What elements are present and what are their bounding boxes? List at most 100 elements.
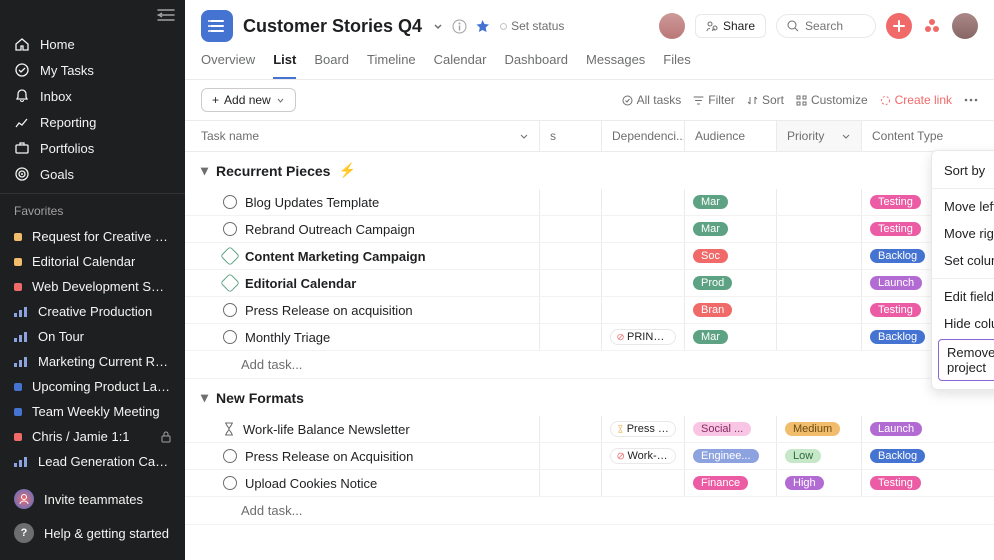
dependency-chip[interactable]: Press Rele... bbox=[610, 421, 676, 437]
priority-pill[interactable]: Low bbox=[785, 449, 821, 463]
favorite-item[interactable]: Chris / Jamie 1:1 bbox=[0, 424, 185, 449]
priority-pill[interactable]: High bbox=[785, 476, 824, 490]
content-type-pill[interactable]: Launch bbox=[870, 422, 922, 436]
tab-board[interactable]: Board bbox=[314, 52, 349, 79]
task-row[interactable]: Press Release on acquisitionBranTesting bbox=[185, 297, 994, 324]
task-row[interactable]: Blog Updates TemplateMarTesting bbox=[185, 189, 994, 216]
share-button[interactable]: Share bbox=[695, 14, 766, 38]
task-row[interactable]: Content Marketing CampaignSocBacklog bbox=[185, 243, 994, 270]
collapse-sidebar-icon[interactable] bbox=[157, 8, 175, 22]
favorite-item[interactable]: Team Weekly Meeting bbox=[0, 399, 185, 424]
col-task-name[interactable]: Task name bbox=[185, 121, 540, 151]
help-getting-started[interactable]: ? Help & getting started bbox=[0, 516, 185, 550]
favorite-item[interactable]: Lead Generation Campai... bbox=[0, 449, 185, 474]
content-type-pill[interactable]: Testing bbox=[870, 303, 921, 317]
menu-item[interactable]: Edit field bbox=[932, 283, 994, 310]
audience-pill[interactable]: Mar bbox=[693, 330, 728, 344]
more-icon[interactable] bbox=[964, 98, 978, 102]
menu-item[interactable]: Sort by bbox=[932, 157, 994, 184]
task-row[interactable]: Editorial CalendarProdLaunch bbox=[185, 270, 994, 297]
tab-calendar[interactable]: Calendar bbox=[434, 52, 487, 79]
tab-files[interactable]: Files bbox=[663, 52, 690, 79]
section-header[interactable]: ▾Recurrent Pieces⚡ bbox=[185, 152, 994, 189]
content-type-pill[interactable]: Testing bbox=[870, 195, 921, 209]
audience-pill[interactable]: Bran bbox=[693, 303, 732, 317]
favorite-item[interactable]: Creative Production bbox=[0, 299, 185, 324]
complete-check-icon[interactable] bbox=[223, 222, 237, 236]
complete-check-icon[interactable] bbox=[223, 330, 237, 344]
profile-avatar[interactable] bbox=[952, 13, 978, 39]
dependency-chip[interactable]: PRINT - R... bbox=[610, 329, 676, 345]
nav-my-tasks[interactable]: My Tasks bbox=[0, 57, 185, 83]
task-row[interactable]: Work-life Balance NewsletterPress Rele..… bbox=[185, 416, 994, 443]
col-extra[interactable]: s bbox=[540, 121, 602, 151]
favorite-item[interactable]: Upcoming Product Laun... bbox=[0, 374, 185, 399]
audience-pill[interactable]: Prod bbox=[693, 276, 732, 290]
audience-pill[interactable]: Enginee... bbox=[693, 449, 759, 463]
complete-check-icon[interactable] bbox=[223, 476, 237, 490]
project-icon[interactable] bbox=[201, 10, 233, 42]
tab-dashboard[interactable]: Dashboard bbox=[504, 52, 568, 79]
search-box[interactable] bbox=[776, 14, 876, 38]
content-type-pill[interactable]: Testing bbox=[870, 222, 921, 236]
all-tasks-filter[interactable]: All tasks bbox=[622, 93, 682, 107]
filter-button[interactable]: Filter bbox=[693, 93, 735, 107]
asana-logo-icon[interactable] bbox=[922, 16, 942, 36]
milestone-icon[interactable] bbox=[220, 273, 240, 293]
favorite-item[interactable]: Editorial Calendar bbox=[0, 249, 185, 274]
task-row[interactable]: Press Release on AcquisitionWork-life ..… bbox=[185, 443, 994, 470]
task-row[interactable]: Upload Cookies NoticeFinanceHighTesting bbox=[185, 470, 994, 497]
audience-pill[interactable]: Social ... bbox=[693, 422, 751, 436]
dependency-chip[interactable]: Work-life ... bbox=[610, 448, 676, 464]
star-icon[interactable] bbox=[475, 19, 490, 34]
favorite-item[interactable]: Marketing Current Road... bbox=[0, 349, 185, 374]
priority-pill[interactable]: Medium bbox=[785, 422, 840, 436]
favorite-item[interactable]: Web Development Sprint... bbox=[0, 274, 185, 299]
tab-messages[interactable]: Messages bbox=[586, 52, 645, 79]
menu-item[interactable]: Set column width› bbox=[932, 247, 994, 274]
section-header[interactable]: ▾New Formats bbox=[185, 379, 994, 416]
create-link-button[interactable]: Create link bbox=[880, 93, 952, 107]
complete-check-icon[interactable] bbox=[223, 303, 237, 317]
favorite-item[interactable]: Request for Creative Pro... bbox=[0, 224, 185, 249]
tab-list[interactable]: List bbox=[273, 52, 296, 79]
menu-item[interactable]: Move right bbox=[932, 220, 994, 247]
audience-pill[interactable]: Mar bbox=[693, 195, 728, 209]
content-type-pill[interactable]: Testing bbox=[870, 476, 921, 490]
collapse-icon[interactable]: ▾ bbox=[201, 162, 208, 179]
complete-check-icon[interactable] bbox=[223, 449, 237, 463]
col-dependencies[interactable]: Dependenci... bbox=[602, 121, 685, 151]
nav-portfolios[interactable]: Portfolios bbox=[0, 135, 185, 161]
nav-home[interactable]: Home bbox=[0, 31, 185, 57]
collapse-icon[interactable]: ▾ bbox=[201, 389, 208, 406]
tab-overview[interactable]: Overview bbox=[201, 52, 255, 79]
complete-check-icon[interactable] bbox=[223, 195, 237, 209]
nav-reporting[interactable]: Reporting bbox=[0, 109, 185, 135]
task-row[interactable]: Monthly TriagePRINT - R...MarBacklog bbox=[185, 324, 994, 351]
audience-pill[interactable]: Soc bbox=[693, 249, 728, 263]
add-task[interactable]: Add task... bbox=[185, 497, 994, 525]
favorite-item[interactable]: On Tour bbox=[0, 324, 185, 349]
col-content-type[interactable]: Content Type bbox=[862, 121, 955, 151]
user-avatar[interactable] bbox=[659, 13, 685, 39]
audience-pill[interactable]: Mar bbox=[693, 222, 728, 236]
audience-pill[interactable]: Finance bbox=[693, 476, 748, 490]
nav-goals[interactable]: Goals bbox=[0, 161, 185, 187]
search-input[interactable] bbox=[805, 19, 865, 33]
tab-timeline[interactable]: Timeline bbox=[367, 52, 416, 79]
chevron-down-icon[interactable] bbox=[432, 20, 444, 32]
customize-button[interactable]: Customize bbox=[796, 93, 868, 107]
menu-item[interactable]: Remove field from project bbox=[938, 339, 994, 381]
content-type-pill[interactable]: Backlog bbox=[870, 330, 925, 344]
info-icon[interactable] bbox=[452, 19, 467, 34]
add-new-button[interactable]: + Add new bbox=[201, 88, 296, 112]
content-type-pill[interactable]: Backlog bbox=[870, 249, 925, 263]
content-type-pill[interactable]: Launch bbox=[870, 276, 922, 290]
menu-item[interactable]: Hide column bbox=[932, 310, 994, 337]
milestone-icon[interactable] bbox=[220, 246, 240, 266]
add-button[interactable] bbox=[886, 13, 912, 39]
menu-item[interactable]: Move left bbox=[932, 193, 994, 220]
set-status[interactable]: Set status bbox=[500, 19, 564, 33]
col-priority[interactable]: Priority bbox=[777, 121, 862, 151]
content-type-pill[interactable]: Backlog bbox=[870, 449, 925, 463]
